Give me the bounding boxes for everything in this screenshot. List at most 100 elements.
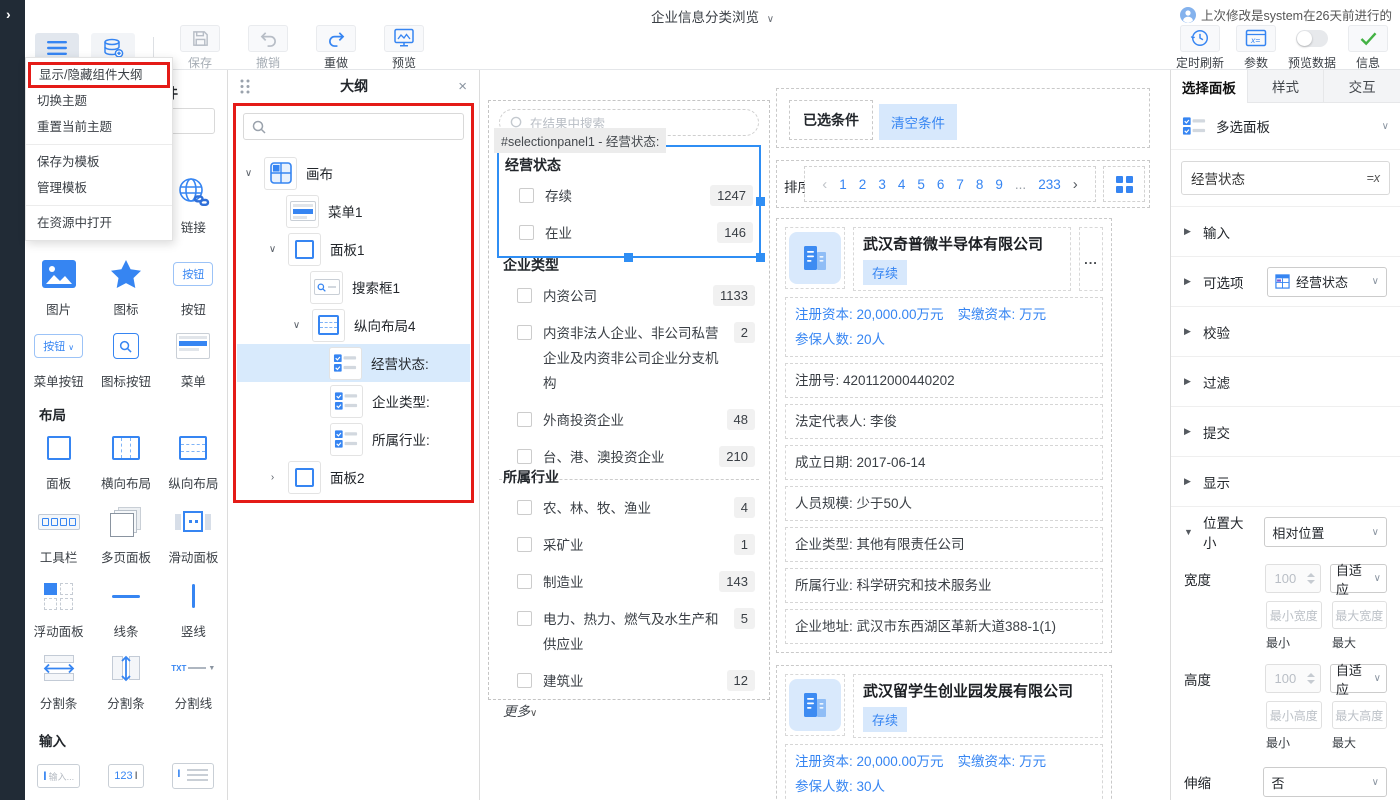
tree-node-selection2[interactable]: 企业类型: — [238, 382, 470, 420]
tree-node-search1[interactable]: 搜索框1 — [238, 268, 470, 306]
palette-item-multipage[interactable]: 多页面板 — [92, 504, 159, 566]
resize-handle[interactable] — [624, 253, 633, 262]
palette-item-vlayout[interactable]: 纵向布局 — [160, 430, 227, 492]
palette-item-split-bar-v[interactable]: 分割条 — [92, 650, 159, 712]
checkbox[interactable] — [517, 288, 532, 303]
page-number[interactable]: 6 — [937, 177, 945, 192]
checkbox[interactable] — [517, 500, 532, 515]
height-mode-select[interactable]: 自适应 ∨ — [1330, 664, 1387, 693]
redo-button[interactable]: 重做 — [308, 25, 364, 71]
section-filter[interactable]: ▶ 过滤 — [1171, 357, 1400, 407]
page-number[interactable]: 1 — [839, 177, 847, 192]
collapse-rail[interactable]: › — [0, 0, 25, 800]
menu-item-reset-theme[interactable]: 重置当前主题 — [26, 114, 172, 140]
preview-button[interactable]: 预览 — [376, 25, 432, 71]
page-number[interactable]: 7 — [956, 177, 964, 192]
tree-node-menu1[interactable]: 菜单1 — [238, 192, 470, 230]
chevron-down-icon[interactable]: ∨ — [242, 168, 255, 179]
min-width-input[interactable]: 最小宽度 — [1266, 601, 1322, 629]
palette-item-float-panel[interactable]: 浮动面板 — [25, 578, 92, 640]
menu-item-save-template[interactable]: 保存为模板 — [26, 149, 172, 175]
drag-handle-icon[interactable] — [240, 79, 250, 94]
menu-item-manage-template[interactable]: 管理模板 — [26, 175, 172, 201]
section-validate[interactable]: ▶ 校验 — [1171, 307, 1400, 357]
tree-node-vlayout4[interactable]: ∨ 纵向布局4 — [238, 306, 470, 344]
widget-type-row[interactable]: 多选面板 ∨ — [1171, 103, 1400, 150]
info-button[interactable]: 信息 — [1340, 25, 1396, 71]
resize-handle[interactable] — [756, 197, 765, 206]
checkbox[interactable] — [517, 325, 532, 340]
palette-item-icon-button[interactable]: 图标按钮 — [92, 328, 159, 390]
page-number[interactable]: 9 — [995, 177, 1003, 192]
outline-search-input[interactable] — [243, 113, 464, 140]
tree-node-selection1-selected[interactable]: 经营状态: — [237, 344, 470, 382]
params-button[interactable]: x= 参数 — [1228, 25, 1284, 71]
palette-item-vline[interactable]: 竖线 — [160, 578, 227, 640]
max-width-input[interactable]: 最大宽度 — [1332, 601, 1388, 629]
section-options[interactable]: ▶ 可选项 经营状态 ∨ — [1171, 257, 1400, 307]
prev-page-icon[interactable]: ‹ — [822, 176, 827, 193]
height-input[interactable]: 100 — [1265, 664, 1321, 693]
page-number[interactable]: 4 — [898, 177, 906, 192]
menu-item-open-in-resource[interactable]: 在资源中打开 — [26, 210, 172, 236]
tree-node-canvas[interactable]: ∨ 画布 — [238, 154, 470, 192]
chevron-down-icon[interactable]: ∨ — [290, 320, 303, 331]
checkbox[interactable] — [517, 412, 532, 427]
page-number[interactable]: 2 — [859, 177, 867, 192]
undo-button[interactable]: 撤销 — [240, 25, 296, 71]
preview-data-toggle[interactable]: 预览数据 — [1284, 25, 1340, 71]
page-number-last[interactable]: 233 — [1038, 177, 1061, 192]
tree-node-panel2[interactable]: › 面板2 — [238, 458, 470, 496]
palette-item-button[interactable]: 按钮 按钮 — [160, 256, 227, 318]
checkbox[interactable] — [517, 611, 532, 626]
tab-selection-panel[interactable]: 选择面板 — [1171, 70, 1247, 103]
tree-node-panel1[interactable]: ∨ 面板1 — [238, 230, 470, 268]
menu-item-toggle-outline[interactable]: 显示/隐藏组件大纲 — [28, 62, 170, 88]
tab-interaction[interactable]: 交互 — [1323, 70, 1400, 103]
stepper[interactable] — [1307, 573, 1315, 584]
palette-item-number-input[interactable]: 123I 数值输入 — [92, 758, 159, 800]
tab-style[interactable]: 样式 — [1247, 70, 1324, 103]
close-icon[interactable]: × — [458, 78, 467, 95]
checkbox[interactable] — [517, 673, 532, 688]
section-input[interactable]: ▶ 输入 — [1171, 207, 1400, 257]
checkbox[interactable] — [517, 537, 532, 552]
options-source-select[interactable]: 经营状态 ∨ — [1267, 267, 1387, 297]
view-switch-box[interactable] — [1103, 166, 1145, 202]
width-mode-select[interactable]: 自适应 ∨ — [1330, 564, 1387, 593]
filter-group-status-selected[interactable]: 经营状态 存续1247 在业146 — [497, 145, 761, 258]
checkbox[interactable] — [519, 225, 534, 240]
palette-item-split-line[interactable]: TXT▼ 分割线 — [160, 650, 227, 712]
timed-refresh-button[interactable]: 定时刷新 — [1172, 25, 1228, 71]
stretch-select[interactable]: 否 ∨ — [1263, 767, 1387, 797]
section-submit[interactable]: ▶ 提交 — [1171, 407, 1400, 457]
checkbox[interactable] — [519, 188, 534, 203]
more-actions-button[interactable]: ... — [1079, 227, 1103, 291]
widget-name-input[interactable]: 经营状态 =x — [1181, 161, 1390, 195]
palette-item-icon[interactable]: 图标 — [92, 256, 159, 318]
palette-item-image[interactable]: 图片 — [25, 256, 92, 318]
palette-item-split-bar-h[interactable]: 分割条 — [25, 650, 92, 712]
palette-item-toolbar[interactable]: 工具栏 — [25, 504, 92, 566]
page-number[interactable]: 5 — [917, 177, 925, 192]
palette-item-multiline-input[interactable]: I 多行输入 — [160, 758, 227, 800]
palette-item-text-input[interactable]: I输入... 文本输入 — [25, 758, 92, 800]
palette-item-line[interactable]: 线条 — [92, 578, 159, 640]
clear-conditions-button[interactable]: 清空条件 — [879, 104, 957, 140]
next-page-icon[interactable]: › — [1073, 176, 1078, 193]
tree-node-selection3[interactable]: 所属行业: — [238, 420, 470, 458]
palette-item-hlayout[interactable]: 横向布局 — [92, 430, 159, 492]
section-position-size[interactable]: ▼ 位置大小 相对位置 ∨ — [1171, 507, 1400, 557]
save-button[interactable]: 保存 — [172, 25, 228, 71]
menu-item-switch-theme[interactable]: 切换主题 — [26, 88, 172, 114]
checkbox[interactable] — [517, 574, 532, 589]
resize-handle[interactable] — [756, 253, 765, 262]
section-display[interactable]: ▶ 显示 — [1171, 457, 1400, 507]
expand-chevron-icon[interactable]: › — [6, 6, 11, 22]
palette-item-menu-button[interactable]: 按钮 ∨ 菜单按钮 — [25, 328, 92, 390]
min-height-input[interactable]: 最小高度 — [1266, 701, 1322, 729]
chevron-right-icon[interactable]: › — [266, 472, 279, 483]
max-height-input[interactable]: 最大高度 — [1332, 701, 1388, 729]
page-number[interactable]: 8 — [976, 177, 984, 192]
palette-item-sliding-panel[interactable]: 滑动面板 — [160, 504, 227, 566]
